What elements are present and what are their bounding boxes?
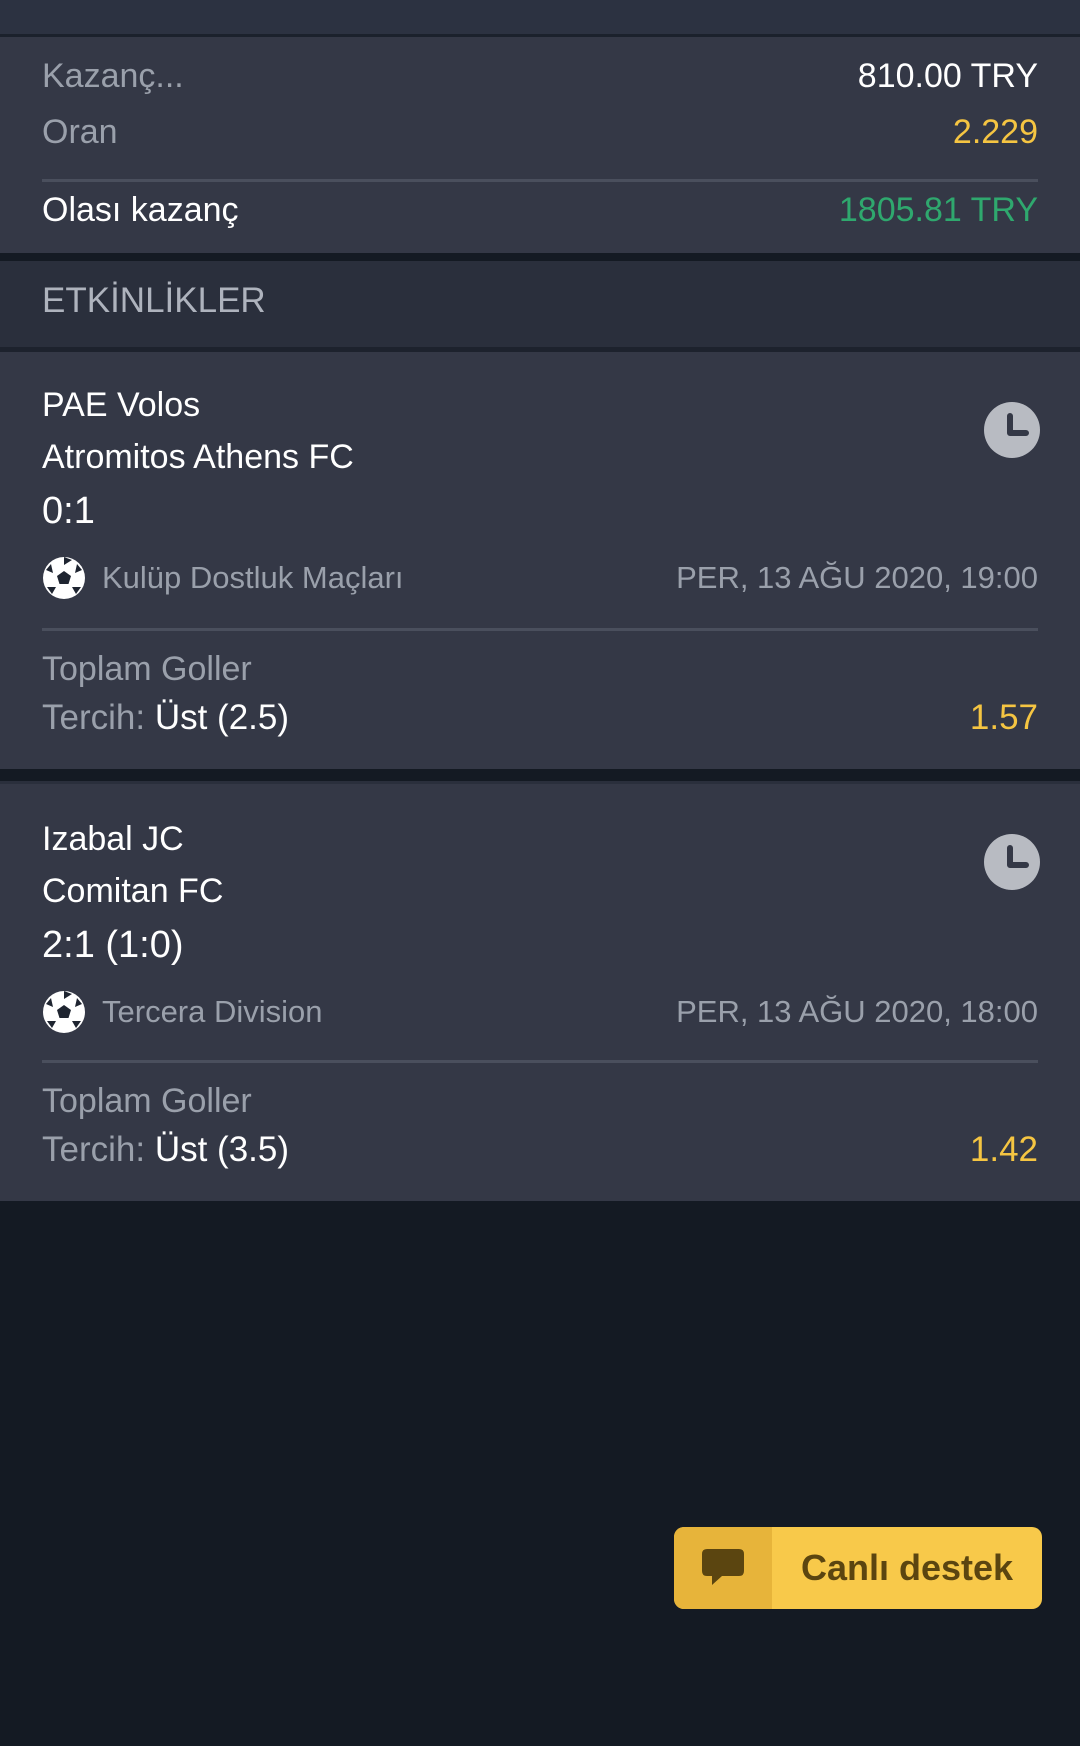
divider — [42, 179, 1038, 182]
potential-win-value: 1805.81 TRY — [838, 191, 1038, 229]
league-row: Kulüp Dostluk Maçları PER, 13 AĞU 2020, … — [42, 556, 1038, 600]
away-team: Atromitos Athens FC — [42, 438, 354, 476]
selection-row: Tercih: Üst (3.5) 1.42 — [42, 1130, 1038, 1170]
match-score: 2:1 (1:0) — [42, 924, 184, 966]
live-support-button[interactable]: Canlı destek — [674, 1527, 1042, 1609]
selection-label: Tercih: — [42, 698, 146, 737]
selection-odds: 1.42 — [969, 1130, 1038, 1169]
divider — [0, 769, 1080, 781]
soccer-ball-icon — [43, 991, 85, 1033]
league-row: Tercera Division PER, 13 AĞU 2020, 18:00 — [42, 990, 1038, 1034]
match-score: 0:1 — [42, 490, 95, 532]
selection-label: Tercih: — [42, 1130, 146, 1169]
selection-odds: 1.57 — [969, 698, 1038, 737]
selection-value: Üst (3.5) — [154, 1130, 290, 1169]
league-name: Kulüp Dostluk Maçları — [102, 560, 404, 595]
odds-label: Oran — [42, 113, 118, 151]
bet-id-header — [0, 0, 1080, 34]
chat-bubble-icon — [674, 1527, 772, 1609]
stake-value: 810.00 TRY — [857, 57, 1038, 95]
clock-icon — [984, 402, 1040, 458]
divider — [42, 1060, 1038, 1063]
home-team: PAE Volos — [42, 386, 201, 424]
potential-win-row: Olası kazanç 1805.81 TRY — [42, 191, 1038, 230]
event-card[interactable]: PAE Volos Atromitos Athens FC 0:1 Kulüp … — [0, 352, 1080, 769]
event-card[interactable]: Izabal JC Comitan FC 2:1 (1:0) Tercera D… — [0, 784, 1080, 1201]
home-team: Izabal JC — [42, 820, 184, 858]
away-team: Comitan FC — [42, 872, 224, 910]
clock-icon — [984, 834, 1040, 890]
match-datetime: PER, 13 AĞU 2020, 18:00 — [676, 994, 1038, 1029]
league-name: Tercera Division — [102, 994, 323, 1029]
stake-row: Kazanç... 810.00 TRY — [42, 57, 1038, 96]
market-name: Toplam Goller — [42, 1082, 252, 1120]
selection-row: Tercih: Üst (2.5) 1.57 — [42, 698, 1038, 738]
odds-row: Oran 2.229 — [42, 113, 1038, 152]
bet-summary: Kazanç... 810.00 TRY Oran 2.229 Olası ka… — [0, 37, 1080, 253]
events-section-header: ETKİNLİKLER — [0, 261, 1080, 347]
market-name: Toplam Goller — [42, 650, 252, 688]
soccer-ball-icon — [43, 557, 85, 599]
total-odds-value: 2.229 — [952, 113, 1038, 151]
divider — [42, 628, 1038, 631]
events-title: ETKİNLİKLER — [42, 281, 266, 320]
stake-label: Kazanç... — [42, 57, 184, 95]
divider — [0, 253, 1080, 261]
live-support-label: Canlı destek — [800, 1547, 1014, 1588]
match-datetime: PER, 13 AĞU 2020, 19:00 — [676, 560, 1038, 595]
potential-win-label: Olası kazanç — [42, 191, 239, 229]
selection-value: Üst (2.5) — [154, 698, 290, 737]
